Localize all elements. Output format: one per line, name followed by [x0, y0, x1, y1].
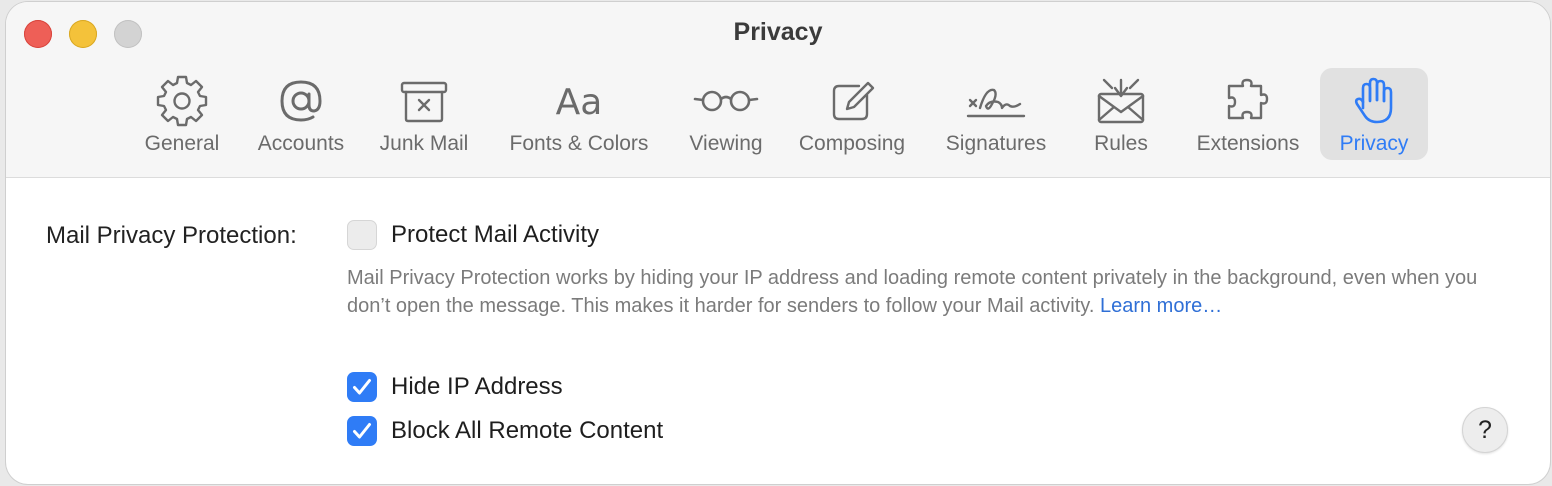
- tab-extensions[interactable]: Extensions: [1186, 68, 1310, 160]
- tab-privacy-label: Privacy: [1339, 132, 1409, 155]
- hand-icon: [1354, 77, 1393, 124]
- tab-fonts-colors[interactable]: Aa Fonts & Colors: [499, 68, 659, 160]
- gear-icon: [156, 75, 208, 127]
- tab-accounts-label: Accounts: [257, 132, 345, 155]
- protect-mail-activity-label: Protect Mail Activity: [391, 221, 600, 248]
- window-title: Privacy: [733, 18, 823, 46]
- tab-junk-mail-label: Junk Mail: [379, 132, 469, 155]
- at-sign-icon: [280, 80, 322, 122]
- tab-privacy[interactable]: Privacy: [1320, 68, 1428, 160]
- tab-viewing-label: Viewing: [689, 132, 763, 155]
- tab-signatures[interactable]: Signatures: [935, 68, 1057, 160]
- tab-junk-mail[interactable]: Junk Mail: [372, 68, 476, 160]
- privacy-description: Mail Privacy Protection works by hiding …: [347, 264, 1487, 320]
- rules-envelope-icon: [1097, 78, 1145, 124]
- tab-extensions-label: Extensions: [1196, 132, 1300, 155]
- preferences-window: Privacy General Accounts Junk Mail Aa Fo…: [6, 2, 1550, 484]
- tab-viewing[interactable]: Viewing: [679, 68, 773, 160]
- tab-general[interactable]: General: [136, 68, 228, 160]
- block-all-remote-content-checkbox[interactable]: [347, 416, 377, 446]
- hide-ip-address-checkbox[interactable]: [347, 372, 377, 402]
- tab-fonts-colors-label: Fonts & Colors: [509, 132, 649, 155]
- tab-general-label: General: [144, 132, 220, 155]
- tab-accounts[interactable]: Accounts: [249, 68, 353, 160]
- description-text: Mail Privacy Protection works by hiding …: [347, 267, 1478, 317]
- glasses-icon: [693, 90, 759, 112]
- help-button[interactable]: ?: [1462, 407, 1508, 453]
- learn-more-link[interactable]: Learn more…: [1100, 295, 1222, 317]
- fonts-icon: Aa: [556, 82, 603, 123]
- tab-composing-label: Composing: [798, 132, 906, 155]
- junk-bin-icon: [400, 81, 448, 123]
- mail-privacy-protection-label: Mail Privacy Protection:: [46, 222, 297, 249]
- protect-mail-activity-checkbox[interactable]: [347, 220, 377, 250]
- hide-ip-address-label: Hide IP Address: [391, 373, 563, 400]
- tab-composing[interactable]: Composing: [792, 68, 912, 160]
- toolbar: Privacy General Accounts Junk Mail Aa Fo…: [6, 2, 1550, 178]
- block-all-remote-content-label: Block All Remote Content: [391, 417, 664, 444]
- tab-rules-label: Rules: [1094, 132, 1148, 155]
- privacy-pane: Mail Privacy Protection: Protect Mail Ac…: [6, 178, 1550, 484]
- checkmark-icon: [353, 379, 371, 395]
- tab-signatures-label: Signatures: [945, 132, 1047, 155]
- checkmark-icon: [353, 423, 371, 439]
- compose-icon: [832, 81, 875, 121]
- svg-text:Aa: Aa: [556, 82, 603, 123]
- puzzle-icon: [1227, 78, 1269, 120]
- signature-icon: [966, 88, 1026, 118]
- tab-rules[interactable]: Rules: [1082, 68, 1160, 160]
